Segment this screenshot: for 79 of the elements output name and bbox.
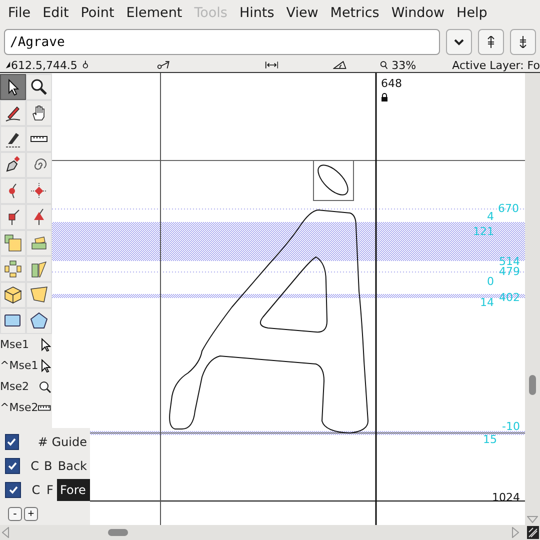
cursor-position: 612.5,744.5 <box>10 58 78 72</box>
chevron-down-icon <box>454 38 464 46</box>
metric-label: 514 <box>499 256 520 267</box>
mouse-binding-label: ^Mse2 <box>0 401 38 414</box>
advance-width-label: 648 <box>381 78 402 89</box>
arrow-down-icon <box>519 36 527 48</box>
checkmark-icon <box>7 438 16 446</box>
magnifier-icon <box>39 380 51 392</box>
metric-label: 14 <box>480 297 494 308</box>
mouse-binding-label: Mse1 <box>0 338 29 351</box>
scrollbar-thumb[interactable] <box>108 529 128 536</box>
tool-button[interactable] <box>0 74 26 100</box>
magnifier-icon <box>30 78 48 96</box>
layer-button[interactable]: - <box>8 507 22 521</box>
zoom-level: 33% <box>392 58 416 72</box>
menu-item[interactable]: Metrics <box>324 5 386 21</box>
arrow-pointer-icon <box>41 338 51 352</box>
ruler-icon <box>30 136 48 142</box>
mouse-binding-label: ^Mse1 <box>0 359 38 372</box>
metric-label: 4 <box>487 211 494 222</box>
menu-item[interactable]: Help <box>450 5 494 21</box>
previous-glyph-button[interactable] <box>478 29 504 55</box>
grave-accent-outline <box>313 160 354 201</box>
metric-label: 0 <box>487 276 494 287</box>
arrow-pointer-icon <box>41 358 51 372</box>
scale-icon <box>4 234 22 252</box>
visibility-checkbox[interactable] <box>5 434 19 450</box>
layer-type-label: C <box>30 459 40 473</box>
diamond-point-icon <box>30 182 48 200</box>
visibility-checkbox[interactable] <box>5 458 20 474</box>
pentagon-icon <box>30 312 48 330</box>
skew-icon <box>30 260 48 278</box>
menu-item[interactable]: Hints <box>233 5 280 21</box>
horizontal-scrollbar[interactable] <box>0 525 540 540</box>
resize-grip-icon[interactable] <box>527 526 539 539</box>
scrollbar-thumb[interactable] <box>529 375 536 395</box>
visibility-checkbox[interactable] <box>5 482 21 498</box>
menu-item[interactable]: Point <box>74 5 120 21</box>
metric-label: 402 <box>499 292 520 303</box>
cube-icon <box>4 286 22 304</box>
distance-arrow-icon <box>157 60 171 70</box>
menu-item[interactable]: File <box>2 5 37 21</box>
layer-name[interactable]: Back <box>54 455 90 477</box>
point-icon <box>82 60 90 70</box>
menu-item[interactable]: Element <box>120 5 188 21</box>
flip-icon <box>4 260 22 278</box>
menu-item[interactable]: View <box>280 5 324 21</box>
lock-icon <box>381 93 388 102</box>
knife-icon <box>4 130 22 148</box>
rotate-icon <box>30 234 48 252</box>
dropdown-button[interactable] <box>446 29 472 55</box>
pencil-icon <box>4 104 22 122</box>
glyph-name-field[interactable]: /Agrave <box>4 29 440 55</box>
quadrilateral-icon <box>30 286 48 304</box>
angle-icon <box>333 60 348 70</box>
layer-name[interactable]: Fore <box>57 479 90 501</box>
layer-mark-label: B <box>43 459 54 473</box>
layer-button[interactable]: + <box>24 507 38 521</box>
pen-nib-icon <box>4 156 22 174</box>
mouse-binding-label: Mse2 <box>0 380 29 393</box>
layer-mark-label: F <box>46 483 54 497</box>
menu-item[interactable]: Edit <box>36 5 75 21</box>
checkmark-icon <box>8 486 18 494</box>
arrow-up-icon <box>487 36 495 48</box>
vertical-scrollbar[interactable] <box>525 73 540 525</box>
layer-type-label: C <box>30 483 42 497</box>
width-icon <box>264 60 278 70</box>
metric-label: 479 <box>499 266 520 277</box>
metric-label: -10 <box>502 421 520 432</box>
cursor-arrow-icon <box>5 60 11 70</box>
active-layer-label: Active Layer: Fo <box>452 58 540 72</box>
metric-label: 15 <box>483 434 497 445</box>
metric-label: 670 <box>498 203 519 214</box>
next-glyph-button[interactable] <box>510 29 536 55</box>
checkmark-icon <box>8 462 18 470</box>
menu-item[interactable]: Window <box>385 5 451 21</box>
zoom-icon <box>380 60 388 70</box>
ruler-icon <box>38 404 51 410</box>
layer-mark-label: # <box>37 435 49 449</box>
